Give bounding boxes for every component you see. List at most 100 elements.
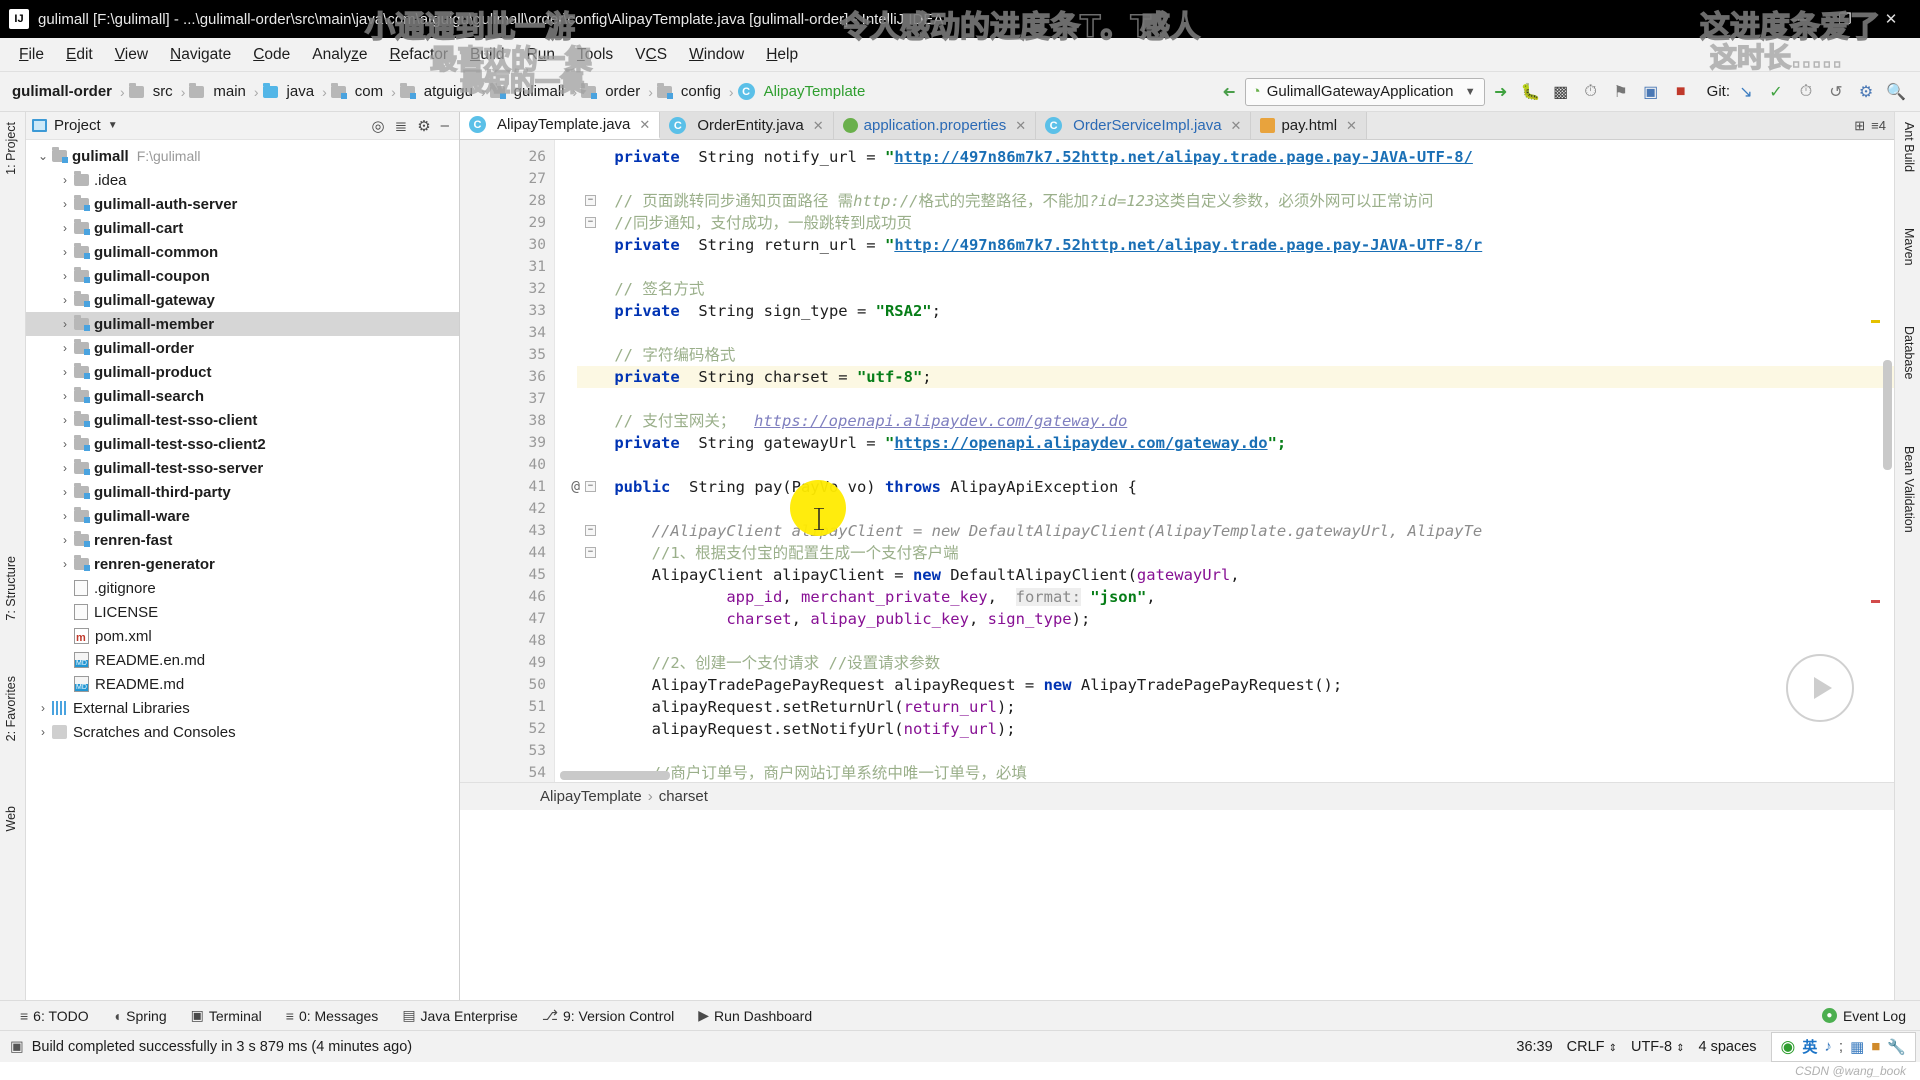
main-toolbar[interactable]: ➜ ◔ GulimallGatewayApplication ▼ ➜ 🐛 ▩ ⏱… bbox=[1215, 77, 1920, 106]
attach-icon[interactable]: ⚑ bbox=[1607, 78, 1635, 106]
close-icon[interactable]: ✕ bbox=[1015, 118, 1026, 134]
sidebar-item-database[interactable]: Database bbox=[1900, 322, 1918, 384]
settings-icon[interactable]: ⚙ bbox=[417, 117, 430, 135]
code-line-34[interactable] bbox=[577, 322, 1894, 344]
line-number-46[interactable]: 46 bbox=[460, 586, 554, 608]
status-bar-right[interactable]: 36:39 CRLF ⇕ UTF-8 ⇕ 4 spaces ◉ 英 ♪ ; ▦ … bbox=[1516, 1031, 1920, 1062]
line-number-51[interactable]: 51 bbox=[460, 696, 554, 718]
code-line-51[interactable]: alipayRequest.setReturnUrl(return_url); bbox=[577, 696, 1894, 718]
tree-item-gulimall-search[interactable]: › gulimall-search bbox=[26, 384, 459, 408]
tree-expand-arrow[interactable]: › bbox=[56, 557, 74, 571]
tree-item-gulimall-product[interactable]: › gulimall-product bbox=[26, 360, 459, 384]
code-line-28[interactable]: // 页面跳转同步通知页面路径 需http://格式的完整路径，不能加?id=1… bbox=[577, 190, 1894, 212]
editor-area[interactable]: C AlipayTemplate.java ✕ C OrderEntity.java ✕ a… bbox=[460, 112, 1894, 1000]
line-number-41[interactable]: 41 @ − bbox=[460, 476, 596, 498]
code-line-49[interactable]: //2、创建一个支付请求 //设置请求参数 bbox=[577, 652, 1894, 674]
menu-build[interactable]: Build bbox=[459, 42, 515, 68]
menu-navigate[interactable]: Navigate bbox=[159, 42, 242, 68]
tree-item-gulimall-coupon[interactable]: › gulimall-coupon bbox=[26, 264, 459, 288]
tree-item-gulimall-order[interactable]: › gulimall-order bbox=[26, 336, 459, 360]
tree-item--gitignore[interactable]: .gitignore bbox=[26, 576, 459, 600]
editor-tab-bar[interactable]: C AlipayTemplate.java ✕ C OrderEntity.java ✕ a… bbox=[460, 112, 1894, 140]
editor-tab-actions[interactable]: ⊞ ≡4 bbox=[1854, 112, 1894, 139]
source-code[interactable]: private String notify_url = "http://497n… bbox=[555, 140, 1894, 782]
menu-view[interactable]: View bbox=[104, 42, 159, 68]
tree-item-gulimall-auth-server[interactable]: › gulimall-auth-server bbox=[26, 192, 459, 216]
menu-edit[interactable]: Edit bbox=[55, 42, 104, 68]
toolbox-icon[interactable]: ■ bbox=[1871, 1038, 1880, 1055]
code-line-36[interactable]: private String charset = "utf-8"; bbox=[577, 366, 1894, 388]
breadcrumb-class[interactable]: AlipayTemplate bbox=[540, 788, 642, 805]
file-encoding[interactable]: UTF-8 ⇕ bbox=[1631, 1039, 1685, 1055]
close-icon[interactable]: ✕ bbox=[1231, 118, 1242, 134]
chevron-down-icon[interactable]: ▼ bbox=[108, 120, 118, 131]
chevron-down-icon[interactable]: ▼ bbox=[1465, 86, 1476, 98]
history-icon[interactable]: ⏱ bbox=[1792, 78, 1820, 106]
close-icon[interactable]: ✕ bbox=[1346, 118, 1357, 134]
line-number-43[interactable]: 43− bbox=[460, 520, 596, 542]
menu-vcs[interactable]: VCS bbox=[624, 42, 678, 68]
line-number-52[interactable]: 52 bbox=[460, 718, 554, 740]
line-number-53[interactable]: 53 bbox=[460, 740, 554, 762]
tree-expand-arrow[interactable]: › bbox=[56, 509, 74, 523]
sidebar-item-structure[interactable]: 7: Structure bbox=[2, 552, 20, 625]
code-line-35[interactable]: // 字符编码格式 bbox=[577, 344, 1894, 366]
collapse-all-icon[interactable]: ≣ bbox=[395, 117, 408, 135]
ime-input-panel[interactable]: ◉ 英 ♪ ; ▦ ■ 🔧 bbox=[1770, 1031, 1916, 1062]
code-line-46[interactable]: app_id, merchant_private_key, format: "j… bbox=[577, 586, 1894, 608]
keyboard-icon[interactable]: ▦ bbox=[1850, 1038, 1864, 1056]
run-icon[interactable]: ➜ bbox=[1487, 78, 1515, 106]
code-line-50[interactable]: AlipayTradePagePayRequest alipayRequest … bbox=[577, 674, 1894, 696]
ime-mode-label[interactable]: 英 bbox=[1802, 1036, 1817, 1057]
tree-item-external-libraries[interactable]: › External Libraries bbox=[26, 696, 459, 720]
line-number-44[interactable]: 44− bbox=[460, 542, 596, 564]
tree-expand-arrow[interactable]: › bbox=[56, 461, 74, 475]
project-panel-header[interactable]: Project ▼ ◎ ≣ ⚙ – bbox=[26, 112, 459, 140]
line-number-39[interactable]: 39 bbox=[460, 432, 554, 454]
tree-item-gulimall-test-sso-client[interactable]: › gulimall-test-sso-client bbox=[26, 408, 459, 432]
window-controls[interactable]: — ❐ ✕ bbox=[1776, 4, 1914, 34]
navigation-bar[interactable]: gulimall-order › src › main › java › com › atguigu… bbox=[0, 72, 1920, 112]
build-icon[interactable]: ▣ bbox=[1637, 78, 1665, 106]
sidebar-item-favorites[interactable]: 2: Favorites bbox=[2, 672, 20, 745]
code-line-54[interactable]: //商户订单号，商户网站订单系统中唯一订单号，必填 bbox=[577, 762, 1894, 782]
breadcrumb-item-order[interactable]: order bbox=[581, 82, 644, 100]
project-panel-actions[interactable]: ◎ ≣ ⚙ – bbox=[372, 117, 453, 135]
sidebar-item-project[interactable]: 1: Project bbox=[2, 118, 20, 179]
menu-window[interactable]: Window bbox=[678, 42, 755, 68]
code-line-32[interactable]: // 签名方式 bbox=[577, 278, 1894, 300]
line-number-54[interactable]: 54 bbox=[460, 762, 554, 782]
tree-item-license[interactable]: LICENSE bbox=[26, 600, 459, 624]
line-number-45[interactable]: 45 bbox=[460, 564, 554, 586]
breadcrumb-item-gulimall-order[interactable]: gulimall-order bbox=[8, 83, 116, 100]
minimize-button[interactable]: — bbox=[1776, 4, 1822, 34]
code-line-52[interactable]: alipayRequest.setNotifyUrl(notify_url); bbox=[577, 718, 1894, 740]
line-number-30[interactable]: 30 bbox=[460, 234, 554, 256]
tree-item-gulimall-cart[interactable]: › gulimall-cart bbox=[26, 216, 459, 240]
sidebar-item-web[interactable]: Web bbox=[2, 802, 20, 835]
tree-item-gulimall-gateway[interactable]: › gulimall-gateway bbox=[26, 288, 459, 312]
line-number-38[interactable]: 38 bbox=[460, 410, 554, 432]
tree-item-readme-en-md[interactable]: README.en.md bbox=[26, 648, 459, 672]
breadcrumb-item-main[interactable]: main bbox=[189, 82, 250, 100]
play-overlay-icon[interactable] bbox=[1786, 654, 1854, 722]
code-line-33[interactable]: private String sign_type = "RSA2"; bbox=[577, 300, 1894, 322]
editor-horizontal-scrollbar[interactable] bbox=[560, 771, 670, 780]
code-line-43[interactable]: //AlipayClient alipayClient = new Defaul… bbox=[577, 520, 1894, 542]
tree-expand-arrow[interactable]: › bbox=[56, 245, 74, 259]
tool-window-java-enterprise[interactable]: ▤ Java Enterprise bbox=[392, 1004, 528, 1027]
tool-window-spring[interactable]: ◖ Spring bbox=[103, 1005, 177, 1027]
sogou-icon[interactable]: ◉ bbox=[1781, 1037, 1796, 1057]
profile-icon[interactable]: ⏱ bbox=[1577, 78, 1605, 106]
status-bar[interactable]: ▣ Build completed successfully in 3 s 87… bbox=[0, 1030, 1920, 1062]
line-separator[interactable]: CRLF ⇕ bbox=[1567, 1039, 1617, 1055]
line-number-gutter[interactable]: 26 27 28−29−30 31 32 33 34 35 36 37 38 39 40 41 @ −42 43… bbox=[460, 140, 596, 782]
line-number-31[interactable]: 31 bbox=[460, 256, 554, 278]
menu-tools[interactable]: Tools bbox=[566, 42, 624, 68]
tree-item-gulimall-third-party[interactable]: › gulimall-third-party bbox=[26, 480, 459, 504]
project-tree[interactable]: ⌄ gulimall F:\gulimall › .idea › gulimall-auth… bbox=[26, 140, 459, 744]
breadcrumb-member[interactable]: charset bbox=[659, 788, 708, 805]
breadcrumb-item-alipaytemplate[interactable]: C AlipayTemplate bbox=[737, 83, 870, 100]
line-number-32[interactable]: 32 bbox=[460, 278, 554, 300]
tree-item-gulimall[interactable]: ⌄ gulimall F:\gulimall bbox=[26, 144, 459, 168]
